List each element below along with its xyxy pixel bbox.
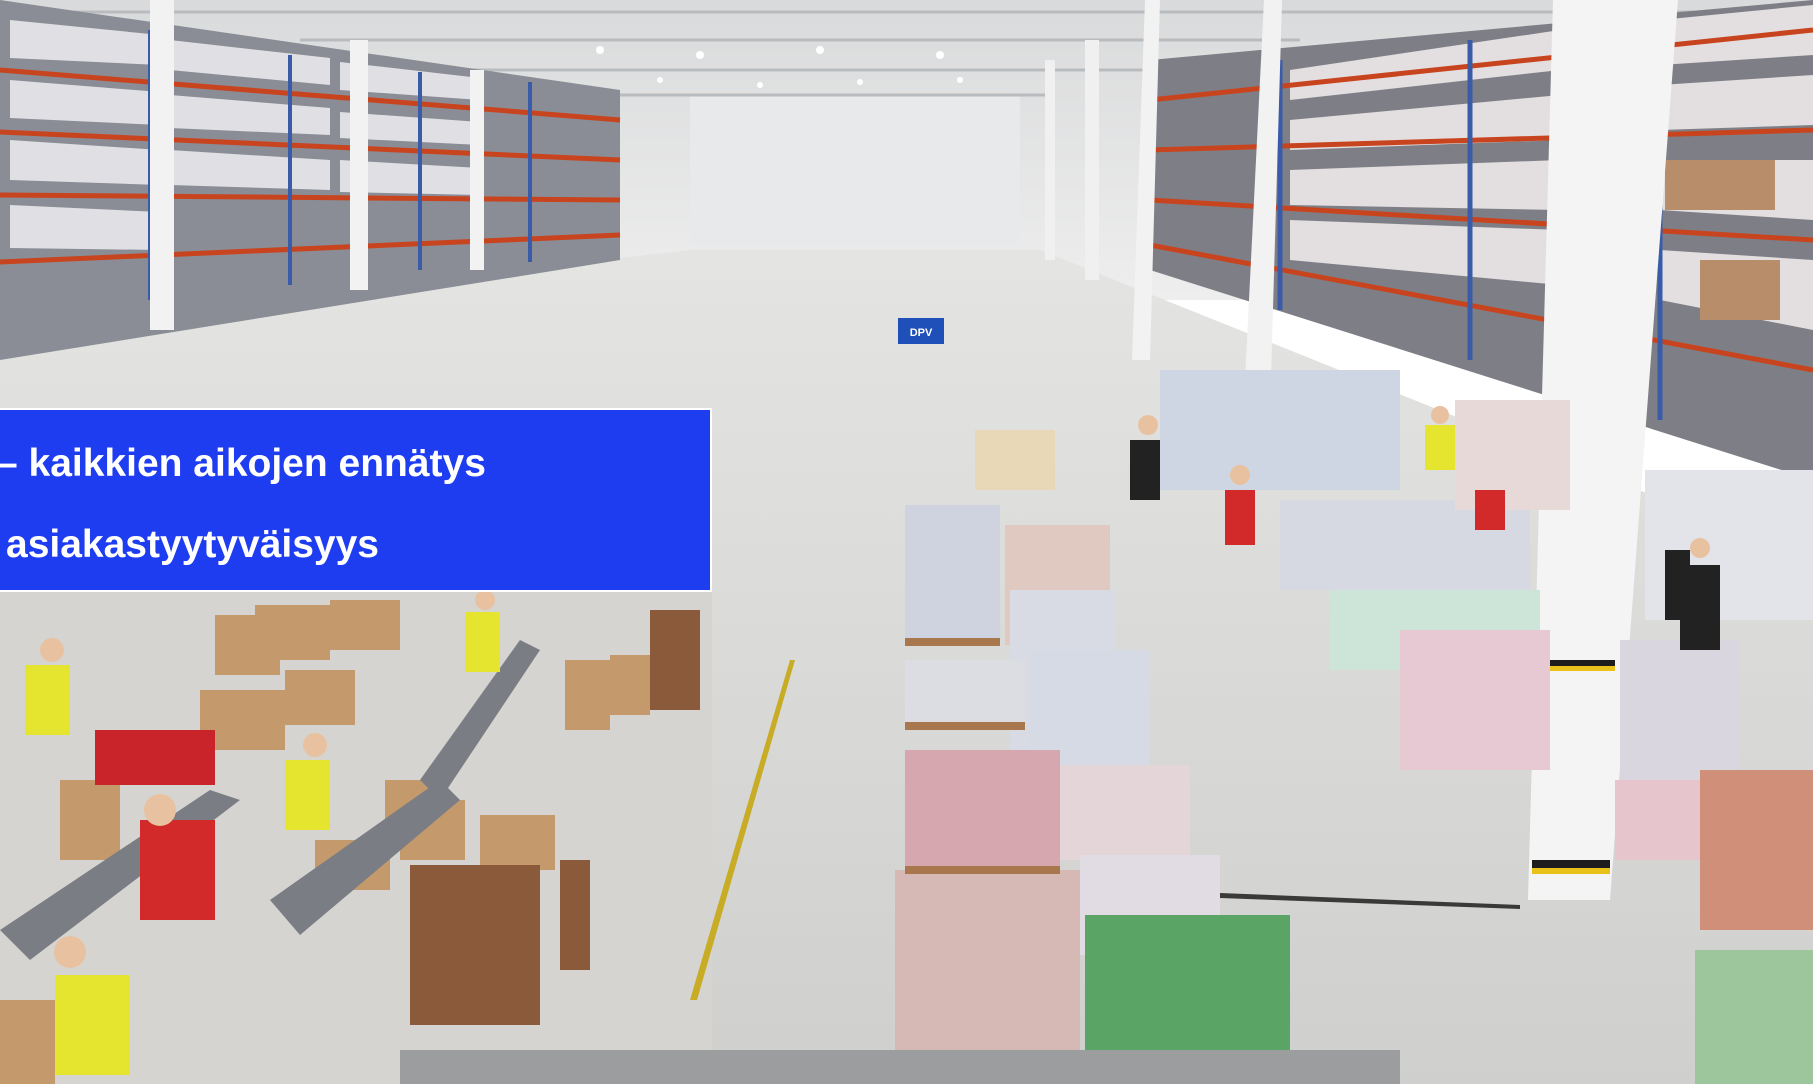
caption-box: – kaikkien aikojen ennätys asiakastyytyv…	[0, 408, 712, 592]
dpv-sign-label: DPV	[910, 327, 933, 339]
caption-line-1: – kaikkien aikojen ennätys	[0, 442, 486, 485]
caption-line-2: asiakastyytyväisyys	[6, 523, 379, 566]
dpv-sign: DPV	[898, 318, 944, 344]
back-wall	[690, 95, 1020, 245]
railing	[400, 1050, 1400, 1084]
